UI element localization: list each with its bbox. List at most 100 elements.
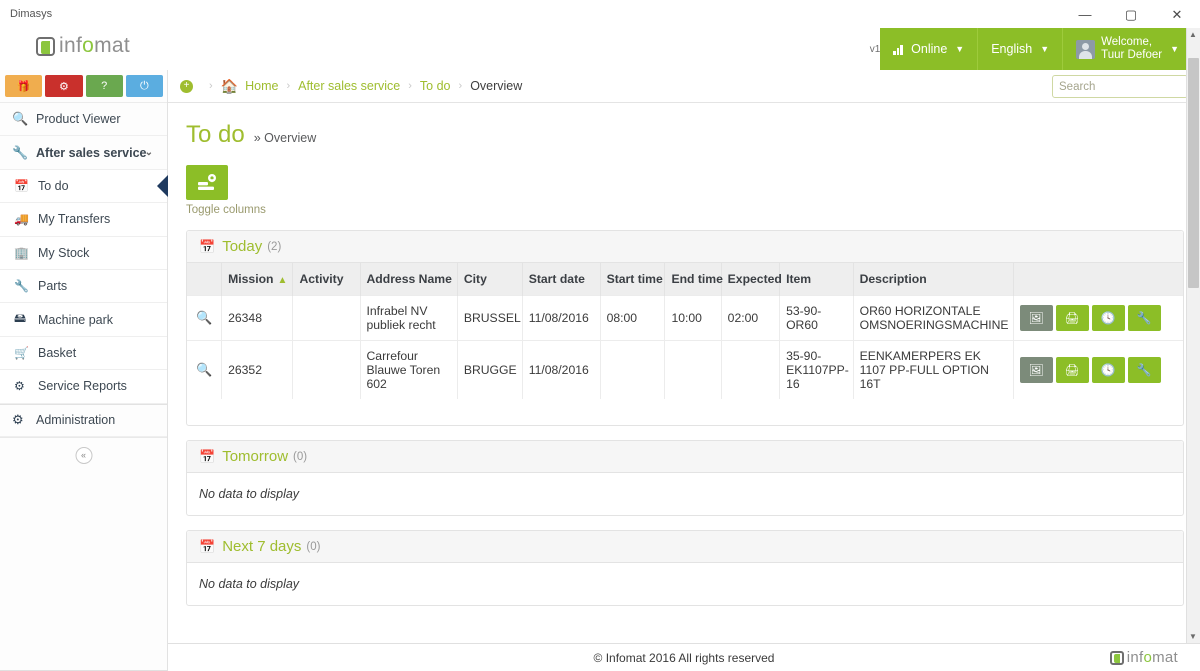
close-button[interactable]: ✕ (1154, 0, 1200, 28)
sidebar-item-my-stock[interactable]: 🏢 My Stock (0, 236, 167, 270)
toggle-columns-wrap: Toggle columns (186, 165, 266, 216)
chevron-down-icon: ▼ (1040, 44, 1050, 54)
sidebar-item-service-reports[interactable]: ⚙ Service Reports (0, 370, 167, 404)
sidebar-item-label: Administration (36, 413, 116, 428)
print-action-button[interactable]: 🖨 (1055, 357, 1089, 383)
application-window: Dimasys — ▢ ✕ infomat v1.2.0 Online ▼ En… (0, 0, 1200, 671)
maximize-button[interactable]: ▢ (1108, 0, 1154, 28)
add-icon[interactable]: + (180, 79, 193, 93)
content-area: + › 🏠 Home › After sales service › To do… (168, 70, 1200, 671)
breadcrumb-separator: › (286, 80, 291, 92)
magnifier-icon[interactable]: 🔍 (196, 310, 212, 325)
sort-asc-icon: ▲ (277, 275, 288, 286)
sidebar-item-product-viewer[interactable]: 🔍 Product Viewer (0, 103, 167, 137)
breadcrumb-item-home[interactable]: Home (245, 79, 278, 93)
panel-count: (0) (306, 540, 321, 553)
sidebar-item-administration[interactable]: ⚙ Administration (0, 403, 167, 437)
window-title-bar: Dimasys — ▢ ✕ (0, 0, 1200, 28)
scroll-down-icon[interactable]: ▼ (1189, 632, 1197, 641)
table-header-row: Mission ▲ Activity Address Name City Star… (187, 263, 1183, 296)
calendar-icon: 📅 (199, 448, 216, 464)
wrench-icon: 🔧 (14, 279, 29, 294)
image-action-button: 🖼 (1019, 305, 1053, 331)
cell-start-date: 11/08/2016 (522, 295, 601, 341)
toggle-columns-label: Toggle columns (186, 204, 266, 216)
table-row[interactable]: 🔍 26352 Carrefour Blauwe Toren 602 BRUGG… (187, 340, 1183, 399)
sidebar-item-label: My Stock (38, 245, 90, 260)
magnifier-icon[interactable]: 🔍 (196, 362, 212, 377)
panel-header: 📅 Tomorrow (0) (187, 441, 1183, 473)
printer-icon: 🖴 (14, 311, 27, 326)
breadcrumb-bar: + › 🏠 Home › After sales service › To do… (168, 70, 1200, 103)
sidebar-item-machine-park[interactable]: 🖴 Machine park (0, 303, 167, 337)
cell-item: 35-90-EK1107PP-16 (779, 340, 854, 399)
home-icon[interactable]: 🏠 (221, 78, 238, 95)
online-status-button[interactable]: Online ▼ (880, 28, 979, 70)
col-start-time[interactable]: Start time (600, 263, 666, 296)
columns-map-icon (198, 173, 216, 190)
language-button[interactable]: English ▼ (978, 28, 1064, 70)
panel-header: 📅 Next 7 days (0) (187, 531, 1183, 563)
power-button[interactable]: ⏻ (125, 75, 163, 97)
sidebar-item-label: Parts (38, 279, 68, 294)
chevron-down-icon: ▼ (955, 44, 965, 54)
page-scrollbar[interactable]: ▲ ▼ (1186, 28, 1200, 643)
cell-address-name: Infrabel NV publiek recht (360, 295, 458, 341)
col-item[interactable]: Item (779, 263, 854, 296)
welcome-text: Welcome, Tuur Defoer (1101, 36, 1162, 62)
scroll-up-icon[interactable]: ▲ (1189, 30, 1197, 39)
calendar-icon: 📅 (199, 238, 216, 254)
wrench-icon: 🔧 (1136, 363, 1152, 377)
sidebar-item-parts[interactable]: 🔧 Parts (0, 269, 167, 304)
sidebar-item-after-sales-service[interactable]: 🔧 After sales service ⌄ (0, 136, 167, 170)
row-expand-cell[interactable]: 🔍 (187, 295, 223, 341)
cell-item: 53-90-OR60 (779, 295, 854, 341)
cell-mission: 26348 (221, 295, 294, 341)
row-expand-cell[interactable]: 🔍 (187, 340, 223, 399)
panel-tomorrow: 📅 Tomorrow (0) No data to display (186, 440, 1184, 516)
panel-body: No data to display (187, 563, 1183, 605)
toggle-columns-button[interactable] (186, 165, 228, 200)
col-address-name[interactable]: Address Name (360, 263, 458, 296)
wrench-action-button[interactable]: 🔧 (1127, 305, 1161, 331)
sidebar-item-my-transfers[interactable]: 🚚 My Transfers (0, 203, 167, 237)
col-expand (187, 263, 223, 296)
sidebar-item-basket[interactable]: 🛒 Basket (0, 336, 167, 371)
table-row[interactable]: 🔍 26348 Infrabel NV publiek recht BRUSSE… (187, 295, 1183, 341)
help-button[interactable]: ? (85, 75, 123, 97)
wrench-icon: 🔧 (12, 144, 29, 160)
clock-action-button[interactable]: 🕓 (1091, 357, 1125, 383)
print-action-button[interactable]: 🖨 (1055, 305, 1089, 331)
search-box[interactable]: 🔍 (1052, 75, 1200, 98)
window-controls: — ▢ ✕ (1062, 0, 1200, 28)
search-input[interactable] (1059, 80, 1200, 93)
cell-activity (292, 340, 361, 399)
breadcrumb-item-to-do[interactable]: To do (420, 79, 451, 93)
gift-button[interactable]: 🎁 (5, 75, 43, 97)
sidebar-item-to-do[interactable]: 📅 To do (0, 169, 168, 204)
col-activity[interactable]: Activity (292, 263, 361, 296)
col-end-time[interactable]: End time (664, 263, 723, 296)
col-description[interactable]: Description (853, 263, 1014, 296)
wrench-action-button[interactable]: 🔧 (1127, 357, 1161, 383)
sidebar-collapse-button[interactable]: « (75, 446, 92, 464)
signal-bars-icon (893, 44, 905, 55)
col-city[interactable]: City (457, 263, 523, 296)
settings-button[interactable]: ⚙ (45, 75, 83, 97)
minimize-button[interactable]: — (1062, 0, 1108, 28)
welcome-line-1: Welcome, (1101, 35, 1153, 48)
footer-logo: infomat (1109, 649, 1178, 666)
user-menu-button[interactable]: Welcome, Tuur Defoer ▼ (1063, 28, 1192, 70)
clock-action-button[interactable]: 🕓 (1091, 305, 1125, 331)
scrollbar-thumb[interactable] (1188, 58, 1199, 288)
sidebar-item-label: Machine park (38, 312, 114, 327)
breadcrumb-item-after-sales-service[interactable]: After sales service (298, 79, 400, 93)
sidebar-item-label: Basket (38, 345, 77, 360)
col-expected[interactable]: Expected (721, 263, 782, 296)
infomat-logo: infomat (36, 34, 130, 58)
empty-state-text: No data to display (199, 487, 300, 501)
image-action-button: 🖼 (1019, 357, 1053, 383)
col-start-date[interactable]: Start date (522, 263, 601, 296)
col-mission[interactable]: Mission ▲ (221, 263, 294, 296)
panel-title: Tomorrow (222, 448, 289, 465)
